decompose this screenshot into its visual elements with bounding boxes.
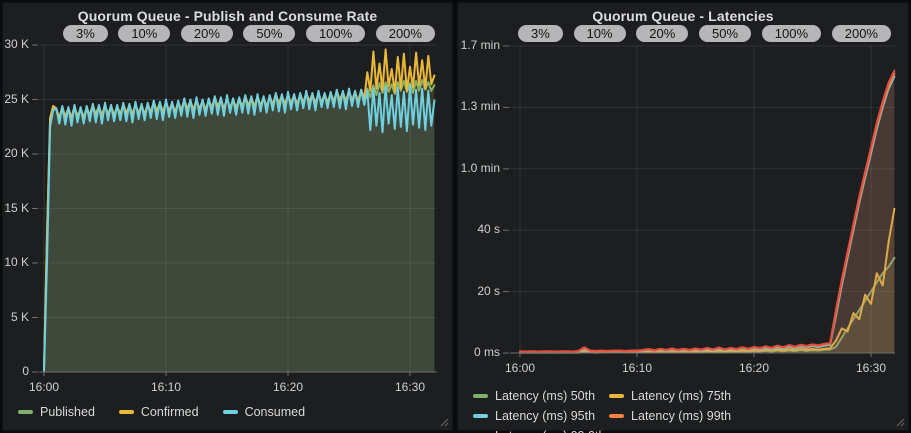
y-tick-label: 0 ms	[458, 345, 500, 359]
annotation-pill-200[interactable]: 200%	[376, 25, 435, 42]
y-tick-label: 0	[3, 364, 29, 378]
x-tick-label: 16:30	[388, 380, 432, 394]
legend-label: Latency (ms) 99th	[631, 409, 731, 423]
x-tick-label: 16:10	[615, 361, 659, 375]
grafana-dashboard: Quorum Queue - Publish and Consume Rate …	[0, 0, 911, 433]
legend-item-confirmed[interactable]: Confirmed	[119, 405, 199, 419]
y-tick-label: 15 K	[3, 201, 29, 215]
annotation-pill-200[interactable]: 200%	[832, 25, 891, 42]
x-tick-label: 16:20	[732, 361, 776, 375]
y-tick-label: 5 K	[3, 310, 29, 324]
x-tick-label: 16:00	[498, 361, 542, 375]
y-tick-label: 25 K	[3, 92, 29, 106]
y-tick-label: 10 K	[3, 255, 29, 269]
panel-latencies: Quorum Queue - Latencies 3%10%20%50%100%…	[457, 2, 909, 431]
annotation-pill-3[interactable]: 3%	[518, 25, 563, 42]
x-tick-label: 16:00	[22, 380, 66, 394]
legend-label: Consumed	[245, 405, 305, 419]
panel-resize-handle[interactable]	[895, 417, 905, 427]
legend: Published Confirmed Consumed	[18, 405, 305, 419]
panel-resize-handle[interactable]	[439, 417, 449, 427]
annotation-pills: 3% 10% 20% 50% 100% 200%	[518, 25, 891, 42]
legend-label: Published	[40, 405, 95, 419]
legend-color-marker	[18, 410, 33, 414]
x-tick-label: 16:20	[266, 380, 310, 394]
legend-label: Latency (ms) 99.9th	[495, 429, 605, 433]
y-tick-label: 1.0 min	[458, 161, 500, 175]
annotation-pill-50[interactable]: 50%	[243, 25, 295, 42]
legend-item-latency-ms-75th[interactable]: Latency (ms) 75th	[609, 389, 731, 403]
legend-color-marker	[609, 414, 624, 418]
legend-color-marker	[223, 410, 238, 414]
legend: Latency (ms) 50th Latency (ms) 75th Latenc…	[473, 389, 865, 433]
legend-color-marker	[473, 394, 488, 398]
series-fill-latency-ms-99-9th	[520, 71, 894, 353]
series-fill-consumed	[44, 85, 434, 372]
annotation-pill-100[interactable]: 100%	[306, 25, 365, 42]
y-tick-label: 20 s	[458, 284, 500, 298]
legend-item-latency-ms-99th[interactable]: Latency (ms) 99th	[609, 409, 731, 423]
legend-color-marker	[119, 410, 134, 414]
chart-canvas[interactable]	[3, 3, 454, 432]
x-tick-label: 16:30	[849, 361, 893, 375]
legend-item-consumed[interactable]: Consumed	[223, 405, 305, 419]
legend-label: Latency (ms) 75th	[631, 389, 731, 403]
legend-item-latency-ms-50th[interactable]: Latency (ms) 50th	[473, 389, 595, 403]
annotation-pill-20[interactable]: 20%	[181, 25, 233, 42]
y-tick-label: 30 K	[3, 37, 29, 51]
y-tick-label: 1.3 min	[458, 99, 500, 113]
legend-item-latency-ms-95th[interactable]: Latency (ms) 95th	[473, 409, 595, 423]
legend-label: Latency (ms) 95th	[495, 409, 595, 423]
legend-label: Confirmed	[141, 405, 199, 419]
panel-publish-consume-rate: Quorum Queue - Publish and Consume Rate …	[2, 2, 453, 431]
legend-item-latency-ms-99-9th[interactable]: Latency (ms) 99.9th	[473, 429, 605, 433]
annotation-pill-50[interactable]: 50%	[699, 25, 751, 42]
legend-color-marker	[473, 414, 488, 418]
x-tick-label: 16:10	[144, 380, 188, 394]
legend-label: Latency (ms) 50th	[495, 389, 595, 403]
annotation-pill-100[interactable]: 100%	[762, 25, 821, 42]
y-tick-label: 40 s	[458, 222, 500, 236]
legend-item-published[interactable]: Published	[18, 405, 95, 419]
annotation-pill-10[interactable]: 10%	[574, 25, 626, 42]
annotation-pill-3[interactable]: 3%	[63, 25, 108, 42]
annotation-pills: 3% 10% 20% 50% 100% 200%	[63, 25, 435, 42]
y-tick-label: 20 K	[3, 146, 29, 160]
y-tick-label: 1.7 min	[458, 38, 500, 52]
annotation-pill-10[interactable]: 10%	[118, 25, 170, 42]
legend-color-marker	[609, 394, 624, 398]
annotation-pill-20[interactable]: 20%	[636, 25, 688, 42]
